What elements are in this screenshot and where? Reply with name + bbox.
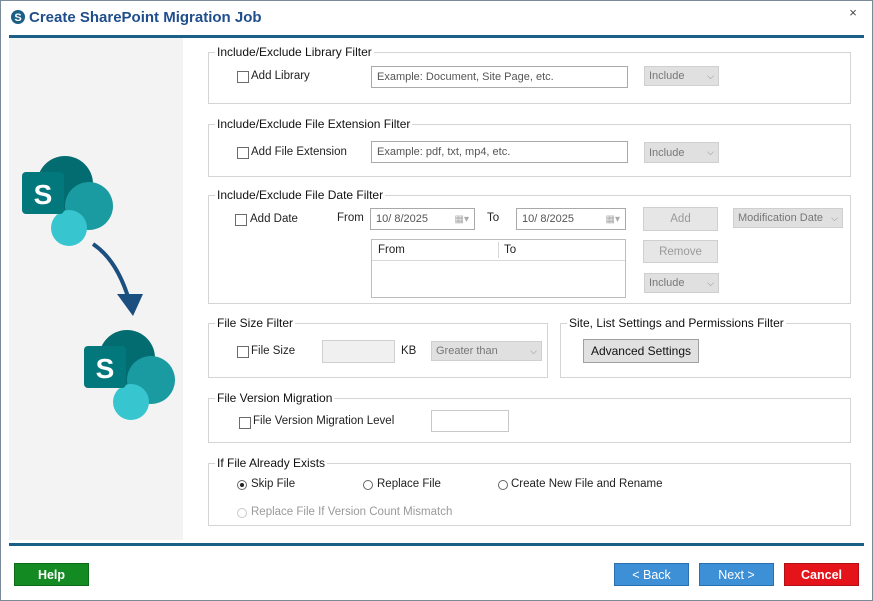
create-new-file-radio[interactable]: [498, 480, 508, 490]
to-date-value: 10/ 8/2025: [522, 213, 574, 225]
add-date-button[interactable]: Add: [643, 207, 718, 231]
table-header-from: From: [378, 244, 405, 256]
chevron-down-icon: ⌵: [530, 345, 537, 356]
date-type-value: Modification Date: [738, 212, 823, 224]
title-bar: S Create SharePoint Migration Job ×: [1, 1, 872, 35]
from-date-value: 10/ 8/2025: [376, 213, 428, 225]
replace-version-mismatch-radio[interactable]: [237, 508, 247, 518]
date-table-header: From To: [372, 240, 625, 261]
library-filter-legend: Include/Exclude Library Filter: [215, 45, 374, 59]
chevron-down-icon: ⌵: [831, 212, 838, 223]
add-date-label: Add Date: [250, 213, 298, 225]
size-unit-label: KB: [401, 345, 417, 357]
library-input[interactable]: Example: Document, Site Page, etc.: [371, 66, 628, 88]
version-migration-legend: File Version Migration: [215, 391, 335, 405]
skip-file-label: Skip File: [251, 478, 296, 490]
file-size-checkbox[interactable]: [237, 346, 249, 358]
illustration-panel: S S: [9, 38, 183, 540]
next-button[interactable]: Next >: [699, 563, 774, 586]
target-sharepoint-icon: S: [84, 330, 175, 420]
library-mode-value: Include: [649, 70, 685, 82]
version-migration-checkbox[interactable]: [239, 417, 251, 429]
replace-file-radio[interactable]: [363, 480, 373, 490]
date-filter-legend: Include/Exclude File Date Filter: [215, 188, 386, 202]
to-date-label: To: [487, 212, 500, 224]
svg-text:S: S: [14, 12, 21, 24]
migration-arrow-icon: [91, 242, 143, 316]
migration-job-dialog: S Create SharePoint Migration Job × S S …: [0, 0, 873, 601]
date-type-dropdown[interactable]: Modification Date ⌵: [733, 208, 843, 228]
skip-file-radio[interactable]: [237, 480, 247, 490]
table-header-to: To: [504, 244, 517, 256]
source-sharepoint-icon: S: [22, 156, 113, 246]
if-exists-legend: If File Already Exists: [215, 456, 328, 470]
chevron-down-icon: ⌵: [707, 147, 714, 157]
version-level-input[interactable]: [431, 410, 509, 432]
date-range-table[interactable]: From To: [371, 239, 626, 298]
library-mode-dropdown[interactable]: Include ⌵: [644, 66, 719, 86]
app-logo-icon: S: [11, 10, 25, 24]
replace-version-mismatch-label: Replace File If Version Count Mismatch: [251, 506, 453, 518]
from-date-label: From: [337, 212, 364, 224]
cancel-button[interactable]: Cancel: [784, 563, 859, 586]
add-date-checkbox[interactable]: [235, 214, 247, 226]
footer-divider: [9, 543, 864, 546]
close-icon[interactable]: ×: [846, 5, 860, 20]
file-size-label: File Size: [251, 345, 296, 357]
extension-input[interactable]: Example: pdf, txt, mp4, etc.: [371, 141, 628, 163]
extension-mode-dropdown[interactable]: Include ⌵: [644, 142, 719, 163]
chevron-down-icon: ⌵: [707, 277, 714, 288]
create-new-file-label: Create New File and Rename: [511, 478, 663, 490]
chevron-down-icon: ⌵: [707, 70, 714, 81]
size-comparison-dropdown[interactable]: Greater than ⌵: [431, 341, 542, 361]
column-divider: [498, 242, 499, 258]
back-button[interactable]: < Back: [614, 563, 689, 586]
add-library-checkbox[interactable]: [237, 71, 249, 83]
from-date-picker[interactable]: 10/ 8/2025 ▦▾: [370, 208, 475, 230]
remove-date-button[interactable]: Remove: [643, 240, 718, 263]
permissions-filter-legend: Site, List Settings and Permissions Filt…: [567, 316, 786, 330]
version-migration-label: File Version Migration Level: [253, 415, 395, 427]
add-extension-checkbox[interactable]: [237, 147, 249, 159]
svg-text:S: S: [96, 353, 115, 384]
to-date-picker[interactable]: 10/ 8/2025 ▦▾: [516, 208, 626, 230]
file-size-input[interactable]: [322, 340, 395, 363]
help-button[interactable]: Help: [14, 563, 89, 586]
svg-text:S: S: [34, 179, 53, 210]
sharepoint-migration-illustration: S S: [22, 156, 175, 420]
size-filter-legend: File Size Filter: [215, 316, 296, 330]
add-library-label: Add Library: [251, 70, 310, 82]
extension-filter-legend: Include/Exclude File Extension Filter: [215, 117, 413, 131]
calendar-icon[interactable]: ▦▾: [606, 214, 620, 225]
date-mode-dropdown[interactable]: Include ⌵: [644, 273, 719, 293]
advanced-settings-button[interactable]: Advanced Settings: [583, 339, 699, 363]
calendar-icon[interactable]: ▦▾: [455, 214, 469, 225]
extension-mode-value: Include: [649, 146, 685, 159]
date-mode-value: Include: [649, 277, 685, 289]
replace-file-label: Replace File: [377, 478, 441, 490]
add-extension-label: Add File Extension: [251, 146, 347, 158]
window-title: Create SharePoint Migration Job: [29, 9, 262, 26]
size-comparison-value: Greater than: [436, 345, 498, 357]
